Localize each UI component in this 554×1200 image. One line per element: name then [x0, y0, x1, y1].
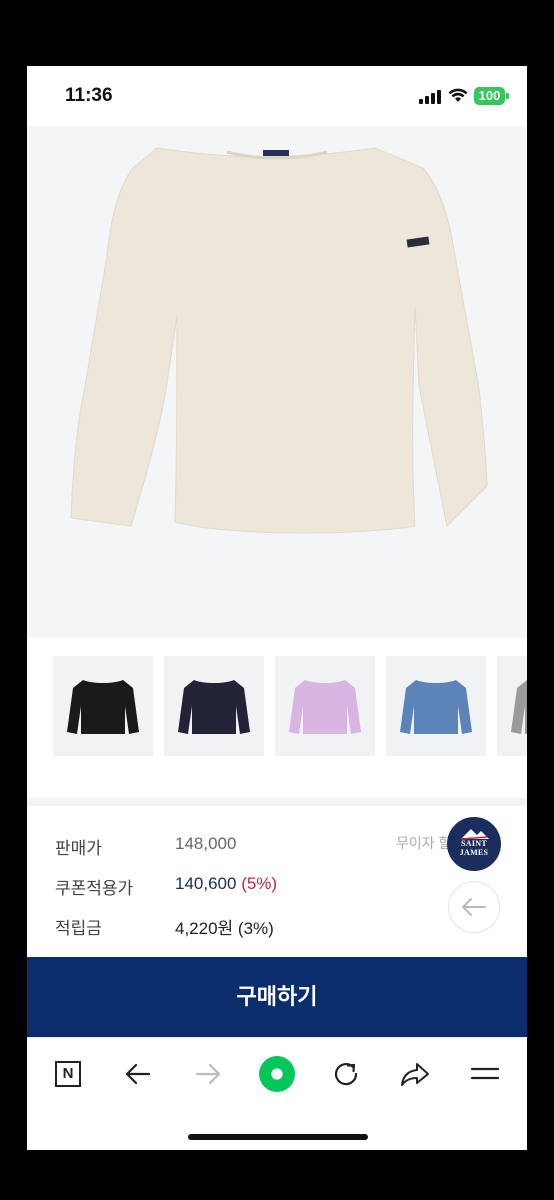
brand-logo-text: SAINT JAMES	[459, 839, 489, 857]
section-divider	[27, 798, 527, 806]
points-value: 4,220원 (3%)	[175, 919, 274, 938]
status-bar: 11:36 100	[27, 66, 527, 126]
share-icon	[401, 1063, 429, 1086]
color-thumb-blue[interactable]	[386, 656, 486, 756]
hamburger-menu-icon	[470, 1067, 500, 1080]
color-thumb-black[interactable]	[53, 656, 153, 756]
coupon-price-group: 140,600 (5%)	[175, 874, 277, 894]
green-dot-button[interactable]	[259, 1056, 295, 1092]
naver-n-icon: N	[55, 1061, 81, 1087]
product-hero-image[interactable]	[27, 126, 527, 683]
status-time: 11:36	[65, 85, 113, 106]
color-thumb-grey[interactable]	[497, 656, 527, 756]
browser-back-button[interactable]	[120, 1056, 156, 1092]
back-arrow-button[interactable]	[448, 881, 500, 933]
coupon-price-label: 쿠폰적용가	[55, 879, 134, 898]
refresh-icon	[334, 1063, 358, 1086]
battery-tip	[506, 93, 509, 99]
phone-screen: 11:36 100 판매가 148,000 쿠폰적용가 140,600 (5%)…	[27, 66, 527, 1150]
coupon-discount: (5%)	[241, 874, 278, 893]
collar-label	[263, 150, 289, 156]
brand-logo[interactable]: SAINT JAMES	[447, 817, 501, 871]
naver-home-button[interactable]: N	[50, 1056, 86, 1092]
browser-toolbar: N	[27, 1037, 527, 1110]
share-button[interactable]	[397, 1056, 433, 1092]
refresh-button[interactable]	[328, 1056, 364, 1092]
browser-forward-button[interactable]	[190, 1056, 226, 1092]
sweater-image	[70, 147, 488, 534]
buy-button[interactable]: 구매하기	[27, 957, 527, 1037]
arrow-left-icon	[462, 898, 486, 916]
menu-button[interactable]	[467, 1056, 503, 1092]
points-label: 적립금	[55, 919, 102, 938]
color-thumbnails	[27, 652, 527, 760]
arrow-right-icon	[195, 1063, 221, 1085]
sale-price-value: 148,000	[175, 834, 237, 853]
wifi-icon	[448, 88, 468, 102]
naver-green-dot-icon	[259, 1056, 295, 1092]
cellular-signal-icon	[419, 90, 441, 104]
arrow-left-icon	[125, 1063, 151, 1085]
battery-indicator: 100	[474, 87, 505, 105]
color-thumb-navy[interactable]	[164, 656, 264, 756]
installment-note: 무이자 할	[396, 835, 452, 851]
coupon-price-value: 140,600	[175, 874, 237, 893]
color-thumb-lilac[interactable]	[275, 656, 375, 756]
sale-price-label: 판매가	[55, 839, 102, 858]
home-indicator	[188, 1134, 368, 1140]
